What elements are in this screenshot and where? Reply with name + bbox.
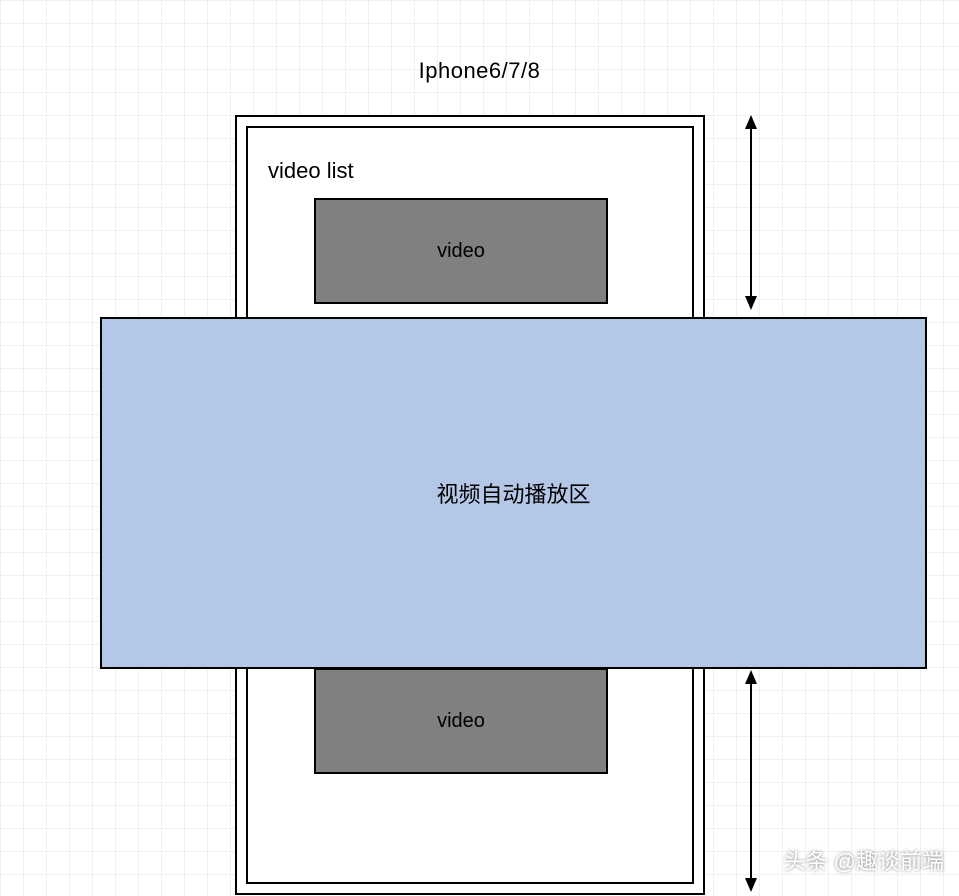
video-list-label: video list [268, 158, 354, 184]
video-label: video [437, 710, 485, 733]
watermark-text: 头条 @趣谈前端 [784, 844, 944, 876]
diagram-title: Iphone6/7/8 [419, 58, 541, 84]
video-item-top: video [314, 198, 608, 304]
video-label: video [437, 240, 485, 263]
scroll-arrow-bottom-icon [743, 670, 759, 892]
video-item-bottom: video [314, 668, 608, 774]
autoplay-label: 视频自动播放区 [436, 477, 590, 509]
autoplay-zone: 视频自动播放区 [100, 317, 927, 669]
scroll-arrow-top-icon [743, 115, 759, 310]
